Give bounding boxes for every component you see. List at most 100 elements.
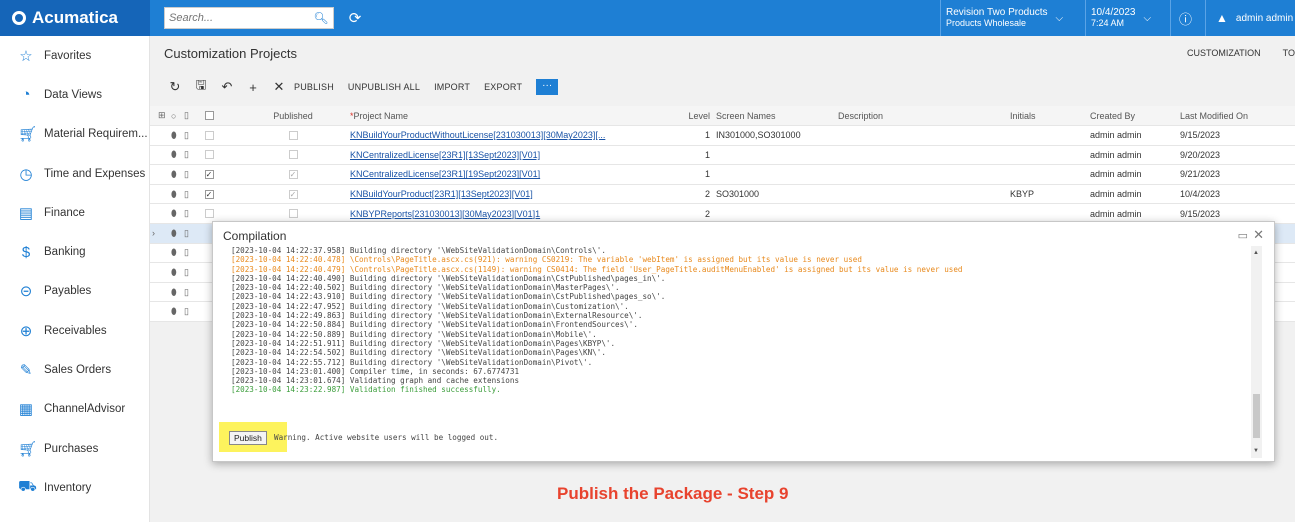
pie-chart-icon: ◔ xyxy=(21,86,31,104)
add-icon[interactable]: + xyxy=(242,80,264,95)
delete-icon[interactable]: ✕ xyxy=(268,79,290,95)
tools-link[interactable]: TO xyxy=(1283,48,1295,58)
level-header[interactable]: Level xyxy=(680,106,710,125)
row-checkbox[interactable] xyxy=(202,126,216,145)
publish-toolbar-button[interactable]: PUBLISH xyxy=(294,82,334,92)
more-actions-button[interactable]: ··· xyxy=(536,79,559,95)
notes-icon[interactable]: ▯ xyxy=(184,146,194,165)
files-icon[interactable]: ⬮ xyxy=(171,126,181,145)
notes-icon[interactable]: ▯ xyxy=(184,263,194,282)
sidebar-item-payables[interactable]: ⊝ Payables xyxy=(0,272,149,311)
files-icon[interactable]: ⬮ xyxy=(171,283,181,302)
unpublish-all-button[interactable]: UNPUBLISH ALL xyxy=(348,82,420,92)
log-line: [2023-10-04 14:22:51.911] Building direc… xyxy=(231,338,616,348)
log-scrollbar[interactable]: ▲ ▼ xyxy=(1251,246,1262,458)
sidebar-item-inventory[interactable]: ⛟ Inventory xyxy=(0,468,149,507)
row-checkbox[interactable]: ✓ xyxy=(202,165,216,184)
files-icon[interactable]: ⬮ xyxy=(171,165,181,184)
files-icon[interactable]: ⬮ xyxy=(171,185,181,204)
sidebar-item-channeladvisor[interactable]: ▦ ChannelAdvisor xyxy=(0,390,149,429)
search-box[interactable]: 🔍︎ xyxy=(164,7,334,29)
log-line: [2023-10-04 14:22:55.712] Building direc… xyxy=(231,357,593,367)
search-icon[interactable]: 🔍︎ xyxy=(311,8,331,28)
truck-icon: ⛟ xyxy=(18,478,37,496)
level-cell: 1 xyxy=(704,169,710,180)
notes-icon[interactable]: ▯ xyxy=(184,244,194,263)
column-settings-icon[interactable]: ⊞ xyxy=(158,106,168,125)
project-name-header[interactable]: * Project Name xyxy=(350,106,710,125)
sidebar-item-sales-orders[interactable]: ✎ Sales Orders xyxy=(0,350,149,389)
log-line: [2023-10-04 14:22:40.502] Building direc… xyxy=(231,283,620,293)
app-logo[interactable]: Acumatica xyxy=(0,0,150,36)
sidebar-item-data-views[interactable]: ◔ Data Views xyxy=(0,75,149,114)
notes-icon[interactable]: ▯ xyxy=(184,302,194,321)
branch-name: Products Wholesale xyxy=(946,18,1027,28)
sidebar-item-label: Banking xyxy=(44,246,86,259)
company-selector[interactable]: Revision Two Products Products Wholesale … xyxy=(940,0,1075,36)
row-checkbox[interactable]: ✓ xyxy=(202,185,216,204)
sidebar-item-favorites[interactable]: ☆ Favorites xyxy=(0,36,149,75)
select-all-checkbox[interactable] xyxy=(202,106,216,125)
history-icon[interactable]: ⟳ xyxy=(344,7,366,29)
sidebar-item-label: Data Views xyxy=(44,88,102,101)
import-button[interactable]: IMPORT xyxy=(434,82,470,92)
project-name-link[interactable]: KNCentralizedLicense[23R1][13Sept2023][V… xyxy=(350,146,710,165)
log-line: [2023-10-04 14:23:01.400] Compiler time,… xyxy=(231,366,520,376)
close-icon[interactable]: ✕ xyxy=(1253,227,1264,243)
sidebar-item-label: ChannelAdvisor xyxy=(44,403,126,416)
user-menu[interactable]: ▲ admin admin xyxy=(1205,0,1295,36)
scroll-up-icon[interactable]: ▲ xyxy=(1253,250,1259,256)
maximize-icon[interactable]: ▭ xyxy=(1238,229,1248,242)
screen-names-header[interactable]: Screen Names xyxy=(716,106,836,125)
table-row[interactable]: ⬮ ▯ ✓ ✓ KNBuildYourProduct[23R1][13Sept2… xyxy=(150,184,1295,205)
files-icon[interactable]: ⬮ xyxy=(171,244,181,263)
initials-header[interactable]: Initials xyxy=(1010,106,1080,125)
project-name-link[interactable]: KNBuildYourProduct[23R1][13Sept2023][V01… xyxy=(350,185,710,204)
sidebar-item-label: Payables xyxy=(44,285,92,298)
scroll-down-icon[interactable]: ▼ xyxy=(1253,448,1259,454)
sidebar-item-material-requirements[interactable]: 🛒︎ Material Requirem... xyxy=(0,115,149,154)
notes-icon[interactable]: ▯ xyxy=(184,204,194,223)
date-selector[interactable]: 10/4/2023 7:24 AM ⌵ xyxy=(1085,0,1163,36)
notes-icon[interactable]: ▯ xyxy=(184,185,194,204)
sidebar-item-receivables[interactable]: ⊕ Receivables xyxy=(0,311,149,350)
customization-link[interactable]: CUSTOMIZATION xyxy=(1187,48,1261,58)
table-row[interactable]: ⬮ ▯ KNCentralizedLicense[23R1][13Sept202… xyxy=(150,145,1295,166)
notes-icon[interactable]: ▯ xyxy=(184,126,194,145)
row-checkbox[interactable] xyxy=(202,146,216,165)
sidebar-item-purchases[interactable]: 🛒︎ Purchases xyxy=(0,429,149,468)
save-icon[interactable]: 🖫︎ xyxy=(190,76,212,98)
sidebar-item-time-and-expenses[interactable]: ◷ Time and Expenses xyxy=(0,154,149,193)
log-line: [2023-10-04 14:22:40.479] \Controls\Page… xyxy=(231,264,963,274)
description-header[interactable]: Description xyxy=(838,106,1008,125)
log-line: [2023-10-04 14:22:50.884] Building direc… xyxy=(231,320,638,330)
business-time: 7:24 AM xyxy=(1091,18,1125,28)
sidebar-item-banking[interactable]: $ Banking xyxy=(0,232,149,271)
refresh-icon[interactable]: ↻ xyxy=(164,79,186,95)
files-icon[interactable]: ⬮ xyxy=(171,263,181,282)
publish-button[interactable]: Publish xyxy=(229,431,267,445)
help-icon[interactable]: ⓘ xyxy=(1170,0,1200,36)
files-icon[interactable]: ⬮ xyxy=(171,302,181,321)
created-by-header[interactable]: Created By xyxy=(1090,106,1170,125)
notes-icon[interactable]: ▯ xyxy=(184,224,194,243)
project-name-link[interactable]: KNBuildYourProductWithoutLicense[2310300… xyxy=(350,126,710,145)
undo-icon[interactable]: ↶ xyxy=(216,79,238,95)
table-row[interactable]: ⬮ ▯ ✓ ✓ KNCentralizedLicense[23R1][19Sep… xyxy=(150,165,1295,185)
notes-icon[interactable]: ▯ xyxy=(184,165,194,184)
files-icon[interactable]: ⬮ xyxy=(171,146,181,165)
toolbar: ↻ 🖫︎ ↶ + ✕ PUBLISH UNPUBLISH ALL IMPORT … xyxy=(164,76,559,98)
notes-icon[interactable]: ▯ xyxy=(184,283,194,302)
scroll-thumb[interactable] xyxy=(1253,394,1260,438)
files-icon[interactable]: ⬮ xyxy=(171,224,181,243)
last-modified-header[interactable]: Last Modified On xyxy=(1180,106,1290,125)
files-icon[interactable]: ⬮ xyxy=(171,204,181,223)
export-button[interactable]: EXPORT xyxy=(484,82,522,92)
published-header[interactable]: Published xyxy=(265,106,321,125)
chevron-down-icon: ⌵ xyxy=(1055,12,1064,24)
table-row[interactable]: ⬮ ▯ KNBuildYourProductWithoutLicense[231… xyxy=(150,126,1295,146)
sidebar-item-finance[interactable]: ▤ Finance xyxy=(0,193,149,232)
search-input[interactable] xyxy=(165,8,311,28)
modified-cell: 9/20/2023 xyxy=(1180,149,1221,160)
project-name-link[interactable]: KNCentralizedLicense[23R1][19Sept2023][V… xyxy=(350,165,710,184)
